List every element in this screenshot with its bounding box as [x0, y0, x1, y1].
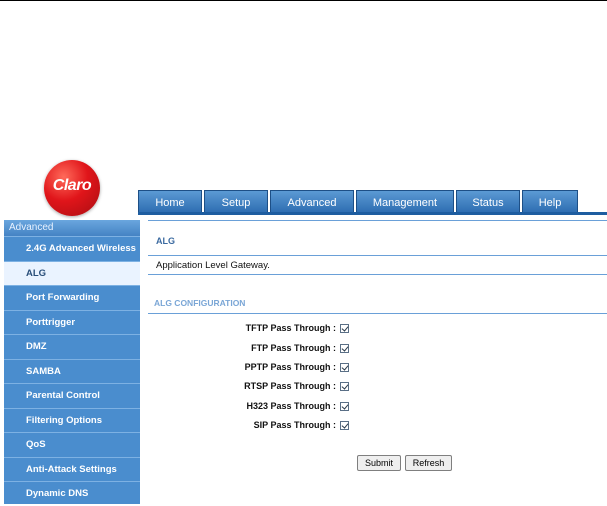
tab-bar-rule — [138, 212, 607, 215]
content-top-rule — [148, 220, 607, 221]
sidebar-item-advanced-wireless[interactable]: 2.4G Advanced Wireless — [4, 236, 140, 261]
option-row-ftp: FTP Pass Through : — [148, 341, 349, 357]
config-rule — [148, 313, 607, 314]
pptp-label: PPTP Pass Through : — [244, 362, 336, 372]
sidebar-item-dynamic-dns[interactable]: Dynamic DNS — [4, 481, 140, 506]
option-row-rtsp: RTSP Pass Through : — [148, 379, 349, 395]
sidebar-item-port-forwarding[interactable]: Port Forwarding — [4, 285, 140, 310]
h323-checkbox[interactable] — [340, 402, 349, 411]
claro-logo: Claro — [44, 160, 100, 216]
logo-text: Claro — [52, 177, 92, 194]
page-title: ALG — [156, 236, 175, 246]
top-border — [0, 0, 607, 1]
tab-management[interactable]: Management — [356, 190, 454, 212]
config-section-title: ALG CONFIGURATION — [154, 298, 246, 308]
sip-label: SIP Pass Through : — [253, 420, 336, 430]
option-row-tftp: TFTP Pass Through : — [148, 321, 349, 337]
page-description: Application Level Gateway. — [156, 260, 270, 271]
sidebar-item-samba[interactable]: SAMBA — [4, 358, 140, 384]
tab-status[interactable]: Status — [456, 190, 520, 212]
sidebar-item-filtering-options[interactable]: Filtering Options — [4, 407, 140, 433]
main-content: ALG Application Level Gateway. ALG CONFI… — [148, 220, 607, 504]
submit-button[interactable]: Submit — [357, 455, 401, 471]
sip-checkbox[interactable] — [340, 421, 349, 430]
sidebar-item-alg[interactable]: ALG — [4, 260, 140, 285]
sidebar-item-qos[interactable]: QoS — [4, 432, 140, 457]
option-row-sip: SIP Pass Through : — [148, 418, 349, 434]
option-row-h323: H323 Pass Through : — [148, 399, 349, 415]
refresh-button[interactable]: Refresh — [405, 455, 452, 471]
sidebar-item-porttrigger[interactable]: Porttrigger — [4, 309, 140, 335]
description-rule — [148, 274, 607, 275]
sidebar: Advanced 2.4G Advanced Wireless ALG Port… — [4, 220, 140, 504]
main-nav-tabs: Home Setup Advanced Management Status He… — [138, 190, 580, 212]
ftp-label: FTP Pass Through : — [251, 343, 336, 353]
sidebar-item-parental-control[interactable]: Parental Control — [4, 383, 140, 408]
ftp-checkbox[interactable] — [340, 344, 349, 353]
tftp-label: TFTP Pass Through : — [245, 323, 336, 333]
tab-help[interactable]: Help — [522, 190, 578, 212]
sidebar-item-anti-attack-settings[interactable]: Anti-Attack Settings — [4, 456, 140, 482]
title-rule — [148, 255, 607, 256]
tftp-checkbox[interactable] — [340, 324, 349, 333]
pptp-checkbox[interactable] — [340, 363, 349, 372]
tab-home[interactable]: Home — [138, 190, 202, 212]
tab-setup[interactable]: Setup — [204, 190, 268, 212]
h323-label: H323 Pass Through : — [246, 401, 336, 411]
sidebar-header: Advanced — [4, 220, 140, 236]
rtsp-label: RTSP Pass Through : — [244, 381, 336, 391]
rtsp-checkbox[interactable] — [340, 382, 349, 391]
tab-advanced[interactable]: Advanced — [270, 190, 354, 212]
sidebar-item-dmz[interactable]: DMZ — [4, 334, 140, 359]
option-row-pptp: PPTP Pass Through : — [148, 360, 349, 376]
